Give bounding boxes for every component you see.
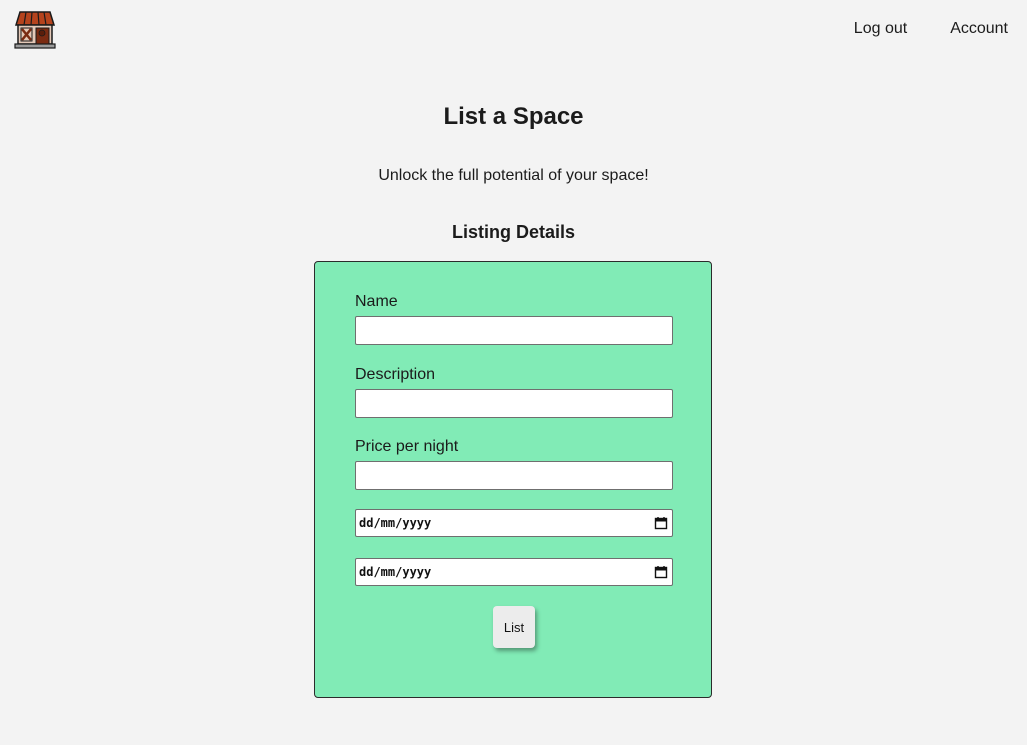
page-title: List a Space <box>443 103 584 130</box>
calendar-icon[interactable] <box>654 565 668 579</box>
start-date-placeholder: dd/mm/yyyy <box>359 516 432 530</box>
listing-form: Name Description Price per night dd/mm/y… <box>314 261 712 698</box>
page-subtitle: Unlock the full potential of your space! <box>378 167 649 184</box>
price-input[interactable] <box>355 461 673 490</box>
top-nav: Log out Account <box>854 20 1008 38</box>
logout-link[interactable]: Log out <box>854 20 907 38</box>
start-date-input[interactable]: dd/mm/yyyy <box>355 509 673 537</box>
description-label: Description <box>355 366 436 383</box>
description-input[interactable] <box>355 389 673 418</box>
list-button[interactable]: List <box>493 606 535 648</box>
calendar-icon[interactable] <box>654 516 668 530</box>
end-date-input[interactable]: dd/mm/yyyy <box>355 558 673 586</box>
shop-storefront-icon[interactable] <box>14 9 56 51</box>
section-title-listing-details: Listing Details <box>451 222 576 242</box>
page: Log out Account List a Space Unlock the … <box>0 0 1027 745</box>
name-label: Name <box>355 293 398 310</box>
end-date-placeholder: dd/mm/yyyy <box>359 565 432 579</box>
price-label: Price per night <box>355 438 459 455</box>
account-link[interactable]: Account <box>950 20 1008 38</box>
name-input[interactable] <box>355 316 673 345</box>
